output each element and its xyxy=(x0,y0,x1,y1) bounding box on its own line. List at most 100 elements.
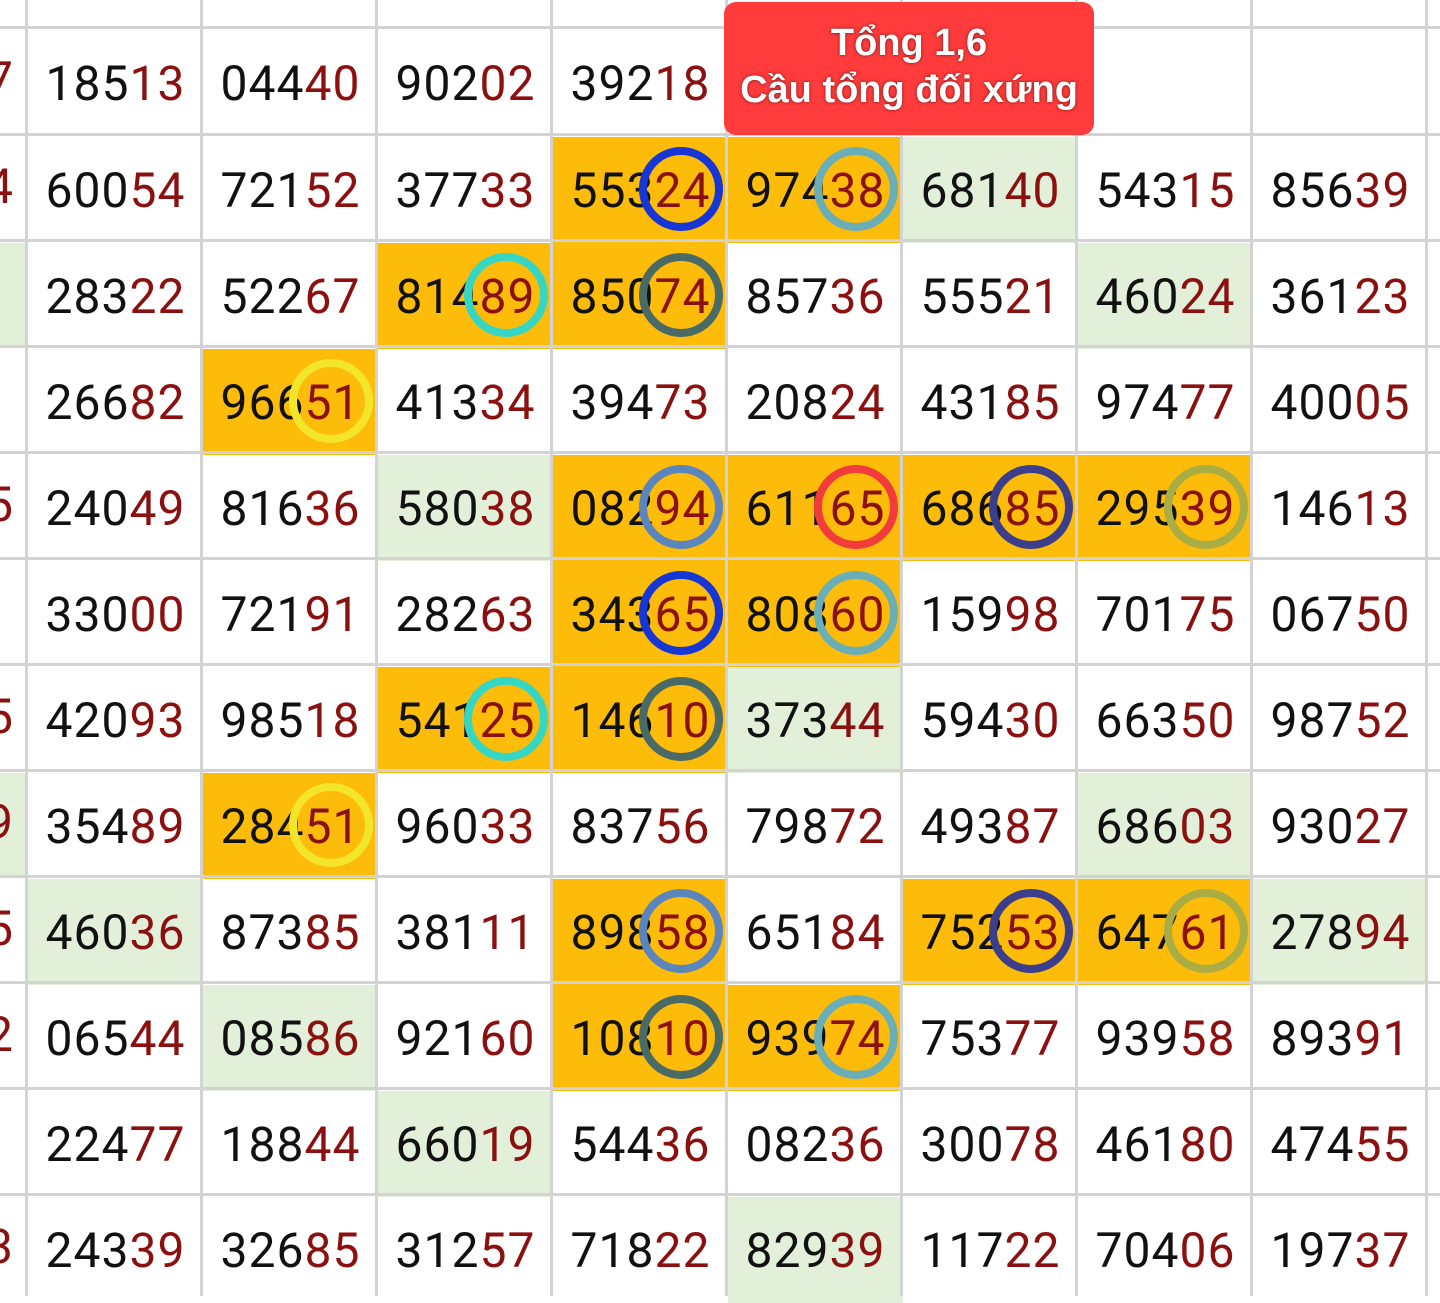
result-cell[interactable]: 343 65 xyxy=(553,561,728,667)
number-prefix: 939 xyxy=(745,1009,830,1067)
result-cell[interactable]: 902 02 xyxy=(378,30,553,136)
result-cell[interactable]: 647 61 xyxy=(1078,879,1253,985)
result-cell[interactable]: 580 38 xyxy=(378,455,553,561)
result-cell[interactable] xyxy=(1253,30,1428,136)
result-cell[interactable]: 974 38 xyxy=(728,137,903,243)
number-prefix: 555 xyxy=(920,267,1005,325)
result-cell[interactable]: 921 60 xyxy=(378,985,553,1091)
result-cell[interactable]: 681 40 xyxy=(903,137,1078,243)
result-cell[interactable]: 146 10 xyxy=(553,667,728,773)
result-cell[interactable]: 312 57 xyxy=(378,1197,553,1303)
result-cell[interactable]: 960 33 xyxy=(378,773,553,879)
result-cell[interactable]: 753 77 xyxy=(903,985,1078,1091)
result-cell[interactable]: 266 82 xyxy=(28,349,203,455)
result-cell[interactable]: 067 50 xyxy=(1253,561,1428,667)
result-cell[interactable]: 295 39 xyxy=(1078,455,1253,561)
result-cell[interactable]: 243 39 xyxy=(28,1197,203,1303)
result-cell[interactable]: 553 24 xyxy=(553,137,728,243)
result-cell[interactable]: 381 11 xyxy=(378,879,553,985)
result-cell[interactable]: 420 93 xyxy=(28,667,203,773)
result-cell[interactable]: 159 98 xyxy=(903,561,1078,667)
result-cell[interactable]: 651 84 xyxy=(728,879,903,985)
result-cell[interactable]: 278 94 xyxy=(1253,879,1428,985)
result-cell[interactable]: 857 36 xyxy=(728,243,903,349)
result-cell[interactable]: 600 54 xyxy=(28,137,203,243)
result-cell[interactable]: 939 58 xyxy=(1078,985,1253,1091)
result-cell[interactable]: 873 85 xyxy=(203,879,378,985)
result-cell[interactable]: 544 36 xyxy=(553,1091,728,1197)
result-cell[interactable]: 474 55 xyxy=(1253,1091,1428,1197)
result-cell[interactable]: 460 36 xyxy=(28,879,203,985)
result-cell[interactable]: 082 94 xyxy=(553,455,728,561)
result-cell[interactable] xyxy=(1078,30,1253,136)
result-cell[interactable]: 987 52 xyxy=(1253,667,1428,773)
result-cell[interactable]: 660 19 xyxy=(378,1091,553,1197)
result-cell[interactable]: 543 15 xyxy=(1078,137,1253,243)
result-cell[interactable]: 197 37 xyxy=(1253,1197,1428,1303)
result-cell[interactable]: 283 22 xyxy=(28,243,203,349)
result-cell[interactable]: 985 18 xyxy=(203,667,378,773)
result-cell[interactable]: 284 51 xyxy=(203,773,378,879)
result-cell[interactable]: 522 67 xyxy=(203,243,378,349)
result-cell[interactable]: 354 89 xyxy=(28,773,203,879)
result-cell[interactable]: 850 74 xyxy=(553,243,728,349)
result-cell[interactable]: 686 85 xyxy=(903,455,1078,561)
result-cell[interactable]: 431 85 xyxy=(903,349,1078,455)
result-cell[interactable]: 392 18 xyxy=(553,30,728,136)
result-cell[interactable]: 701 75 xyxy=(1078,561,1253,667)
result-cell[interactable]: 663 50 xyxy=(1078,667,1253,773)
result-cell[interactable]: 939 74 xyxy=(728,985,903,1091)
result-cell[interactable]: 930 27 xyxy=(1253,773,1428,879)
result-cell[interactable]: 686 03 xyxy=(1078,773,1253,879)
result-cell[interactable]: 816 36 xyxy=(203,455,378,561)
result-cell[interactable]: 829 39 xyxy=(728,1197,903,1303)
result-cell[interactable]: 082 36 xyxy=(728,1091,903,1197)
result-cell[interactable]: 460 24 xyxy=(1078,243,1253,349)
result-cell[interactable]: 373 44 xyxy=(728,667,903,773)
result-cell[interactable]: 856 39 xyxy=(1253,137,1428,243)
number-prefix: 392 xyxy=(570,54,655,112)
result-cell[interactable]: 326 85 xyxy=(203,1197,378,1303)
result-cell[interactable]: 974 77 xyxy=(1078,349,1253,455)
result-cell[interactable]: 282 63 xyxy=(378,561,553,667)
result-cell[interactable]: 185 13 xyxy=(28,30,203,136)
result-cell[interactable]: 377 33 xyxy=(378,137,553,243)
result-cell[interactable]: 611 65 xyxy=(728,455,903,561)
result-cell[interactable]: 240 49 xyxy=(28,455,203,561)
result-cell[interactable]: 893 91 xyxy=(1253,985,1428,1091)
result-cell[interactable]: 085 86 xyxy=(203,985,378,1091)
result-cell[interactable]: 798 72 xyxy=(728,773,903,879)
result-cell[interactable]: 721 52 xyxy=(203,137,378,243)
result-cell[interactable]: 461 80 xyxy=(1078,1091,1253,1197)
result-cell[interactable]: 594 30 xyxy=(903,667,1078,773)
result-cell[interactable]: 146 13 xyxy=(1253,455,1428,561)
result-cell[interactable]: 898 58 xyxy=(553,879,728,985)
number-prefix: 377 xyxy=(395,161,480,219)
result-cell[interactable]: 413 34 xyxy=(378,349,553,455)
result-cell[interactable]: 361 23 xyxy=(1253,243,1428,349)
result-cell[interactable]: 814 89 xyxy=(378,243,553,349)
result-cell[interactable]: 555 21 xyxy=(903,243,1078,349)
result-cell[interactable]: 704 06 xyxy=(1078,1197,1253,1303)
number-last-two-digits: 24 xyxy=(654,161,711,219)
result-cell[interactable]: 117 22 xyxy=(903,1197,1078,1303)
result-cell[interactable]: 188 44 xyxy=(203,1091,378,1197)
result-cell[interactable]: 718 22 xyxy=(553,1197,728,1303)
result-cell[interactable]: 044 40 xyxy=(203,30,378,136)
result-cell[interactable]: 224 77 xyxy=(28,1091,203,1197)
result-cell[interactable]: 108 10 xyxy=(553,985,728,1091)
result-cell[interactable]: 394 73 xyxy=(553,349,728,455)
result-cell[interactable]: 808 60 xyxy=(728,561,903,667)
result-cell[interactable]: 541 25 xyxy=(378,667,553,773)
result-cell[interactable]: 065 44 xyxy=(28,985,203,1091)
result-cell[interactable]: 721 91 xyxy=(203,561,378,667)
result-cell[interactable]: 300 78 xyxy=(903,1091,1078,1197)
result-cell[interactable]: 752 53 xyxy=(903,879,1078,985)
result-cell[interactable]: 330 00 xyxy=(28,561,203,667)
result-cell[interactable]: 966 51 xyxy=(203,349,378,455)
result-cell[interactable]: 400 05 xyxy=(1253,349,1428,455)
number-prefix: 146 xyxy=(1270,479,1355,537)
result-cell[interactable]: 208 24 xyxy=(728,349,903,455)
result-cell[interactable]: 493 87 xyxy=(903,773,1078,879)
result-cell[interactable]: 837 56 xyxy=(553,773,728,879)
